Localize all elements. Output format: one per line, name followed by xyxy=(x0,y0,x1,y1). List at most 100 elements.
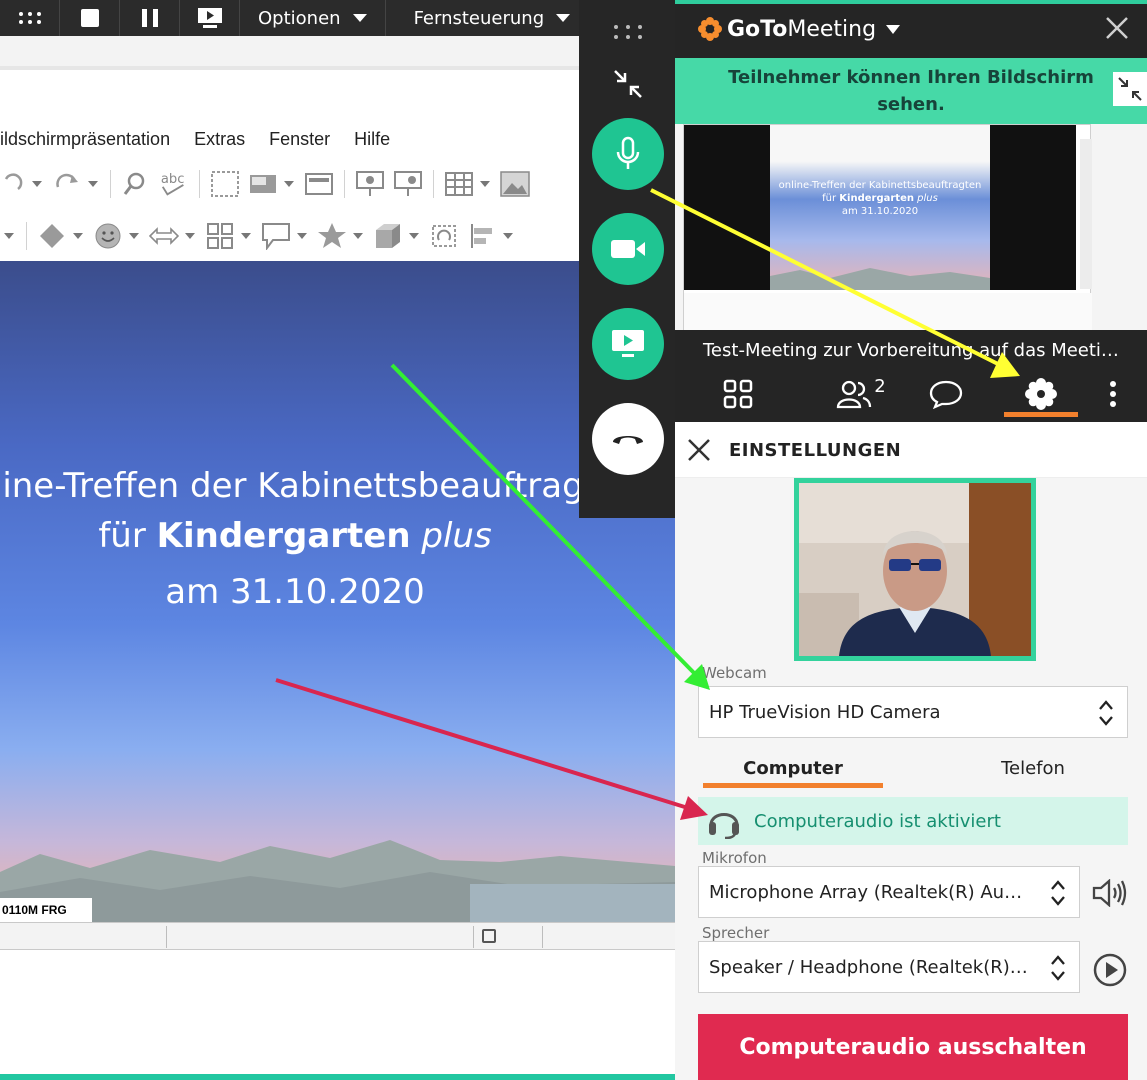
webcam-select-value: HP TrueVision HD Camera xyxy=(709,701,941,723)
master-slide-icon xyxy=(305,173,333,195)
microphone-select[interactable]: Microphone Array (Realtek(R) Au… xyxy=(698,866,1080,918)
webcam-preview xyxy=(794,478,1036,661)
tab-computer[interactable]: Computer xyxy=(703,758,883,794)
collapse-arrows-icon[interactable] xyxy=(612,68,644,100)
save-status-icon[interactable] xyxy=(482,929,496,943)
slide-mountains-graphic xyxy=(0,840,675,922)
nav-more-button[interactable] xyxy=(1105,374,1121,414)
chat-bubble-icon xyxy=(929,380,963,409)
grid-dots-icon xyxy=(18,12,41,24)
close-icon[interactable] xyxy=(1105,16,1129,40)
grid-button[interactable] xyxy=(210,169,240,199)
mute-microphone-button[interactable] xyxy=(592,118,664,190)
stop-button[interactable] xyxy=(60,0,120,36)
audio-status-text: Computeraudio ist aktiviert xyxy=(754,810,1001,832)
chevron-down-icon[interactable] xyxy=(88,181,98,187)
nav-chat-button[interactable] xyxy=(928,374,964,414)
callout-icon xyxy=(262,223,290,250)
chevron-down-icon[interactable] xyxy=(480,181,490,187)
share-screen-button[interactable] xyxy=(592,308,664,380)
menu-extras[interactable]: Extras xyxy=(194,129,245,150)
chevron-down-icon[interactable] xyxy=(409,233,419,239)
close-icon[interactable] xyxy=(687,438,711,462)
block-arrows-button[interactable] xyxy=(149,221,179,251)
chevron-down-icon[interactable] xyxy=(32,181,42,187)
nav-settings-button[interactable] xyxy=(1023,374,1059,414)
chevron-down-icon[interactable] xyxy=(129,233,139,239)
chevron-down-icon xyxy=(352,14,367,22)
insert-table-button[interactable] xyxy=(444,169,474,199)
nav-active-indicator xyxy=(1004,412,1078,417)
slide-subtitle: für Kindergarten plus xyxy=(0,516,590,556)
tab-telefon[interactable]: Telefon xyxy=(943,758,1123,794)
volume-icon[interactable] xyxy=(1092,879,1128,907)
diamond-icon xyxy=(40,224,64,248)
slide-canvas[interactable]: online-Treffen der Kabinettsbeauftragten… xyxy=(0,261,675,922)
menu-slideshow[interactable]: ildschirmpräsentation xyxy=(0,129,170,150)
bottom-accent-bar xyxy=(0,1074,675,1080)
gtm-header: GoTo Meeting xyxy=(675,0,1147,58)
undo-icon xyxy=(4,173,23,190)
preview-collapse-button[interactable] xyxy=(1113,72,1147,106)
gotomeeting-logo[interactable]: GoTo Meeting xyxy=(697,16,901,42)
chevron-down-icon[interactable] xyxy=(4,233,14,239)
stars-button[interactable] xyxy=(317,221,347,251)
chevron-down-icon[interactable] xyxy=(185,233,195,239)
webcam-select[interactable]: HP TrueVision HD Camera xyxy=(698,686,1128,738)
settings-body: Webcam HP TrueVision HD Camera Computer … xyxy=(675,478,1147,1080)
flowchart-button[interactable] xyxy=(205,221,235,251)
webcam-button[interactable] xyxy=(592,213,664,285)
nav-attendees-button[interactable]: 2 xyxy=(831,374,891,414)
options-menu[interactable]: Optionen xyxy=(240,0,386,36)
meeting-title: Test-Meeting zur Vorbereitung auf das Me… xyxy=(675,330,1147,368)
chevron-down-icon[interactable] xyxy=(73,233,83,239)
webcam-video-feed xyxy=(799,483,1031,656)
chevron-down-icon[interactable] xyxy=(297,233,307,239)
redo-button[interactable] xyxy=(52,169,82,199)
hangup-button[interactable] xyxy=(592,403,664,475)
remote-control-menu[interactable]: Fernsteuerung xyxy=(386,0,589,36)
attendees-count: 2 xyxy=(874,375,886,397)
align-objects-button[interactable] xyxy=(467,221,497,251)
chevron-down-icon[interactable] xyxy=(284,181,294,187)
mini-slide-line3: am 31.10.2020 xyxy=(841,206,919,217)
menu-help[interactable]: Hilfe xyxy=(354,129,390,150)
chevron-down-icon[interactable] xyxy=(503,233,513,239)
symbol-shapes-button[interactable] xyxy=(93,221,123,251)
callouts-button[interactable] xyxy=(261,221,291,251)
tab-active-indicator xyxy=(703,783,883,788)
video-camera-icon xyxy=(611,240,645,258)
3d-objects-button[interactable] xyxy=(373,221,403,251)
meeting-control-bar xyxy=(579,0,675,518)
basic-shapes-button[interactable] xyxy=(37,221,67,251)
menu-window[interactable]: Fenster xyxy=(269,129,330,150)
pause-button[interactable] xyxy=(120,0,180,36)
chevron-down-icon[interactable] xyxy=(353,233,363,239)
start-slideshow-button[interactable] xyxy=(355,169,385,199)
play-circle-icon[interactable] xyxy=(1092,952,1128,988)
align-icon xyxy=(471,224,492,248)
present-button[interactable] xyxy=(180,0,240,36)
display-views-button[interactable] xyxy=(248,169,278,199)
drag-handle-icon[interactable] xyxy=(613,24,643,40)
remote-control-menu-label: Fernsteuerung xyxy=(413,7,545,29)
computer-audio-off-button[interactable]: Computeraudio ausschalten xyxy=(698,1014,1128,1080)
screen-share-preview: online-Treffen der Kabinettsbeauftragten… xyxy=(675,58,1147,330)
undo-button[interactable] xyxy=(0,169,26,199)
insert-image-button[interactable] xyxy=(500,169,530,199)
nav-layout-button[interactable] xyxy=(721,374,755,414)
find-replace-button[interactable] xyxy=(121,169,151,199)
grid-menu-button[interactable] xyxy=(0,0,60,36)
present-screen-icon xyxy=(197,8,222,28)
speaker-label: Sprecher xyxy=(702,924,770,942)
master-slide-button[interactable] xyxy=(304,169,334,199)
start-from-current-button[interactable] xyxy=(393,169,423,199)
rotate-button[interactable] xyxy=(429,221,459,251)
chevron-down-icon[interactable] xyxy=(241,233,251,239)
options-menu-label: Optionen xyxy=(258,7,341,29)
find-replace-icon xyxy=(123,172,145,195)
spellcheck-button[interactable]: abc xyxy=(159,169,189,199)
mini-slide-line2-italic: plus xyxy=(913,193,938,204)
webcam-label: Webcam xyxy=(702,664,767,682)
speaker-select[interactable]: Speaker / Headphone (Realtek(R)… xyxy=(698,941,1080,993)
